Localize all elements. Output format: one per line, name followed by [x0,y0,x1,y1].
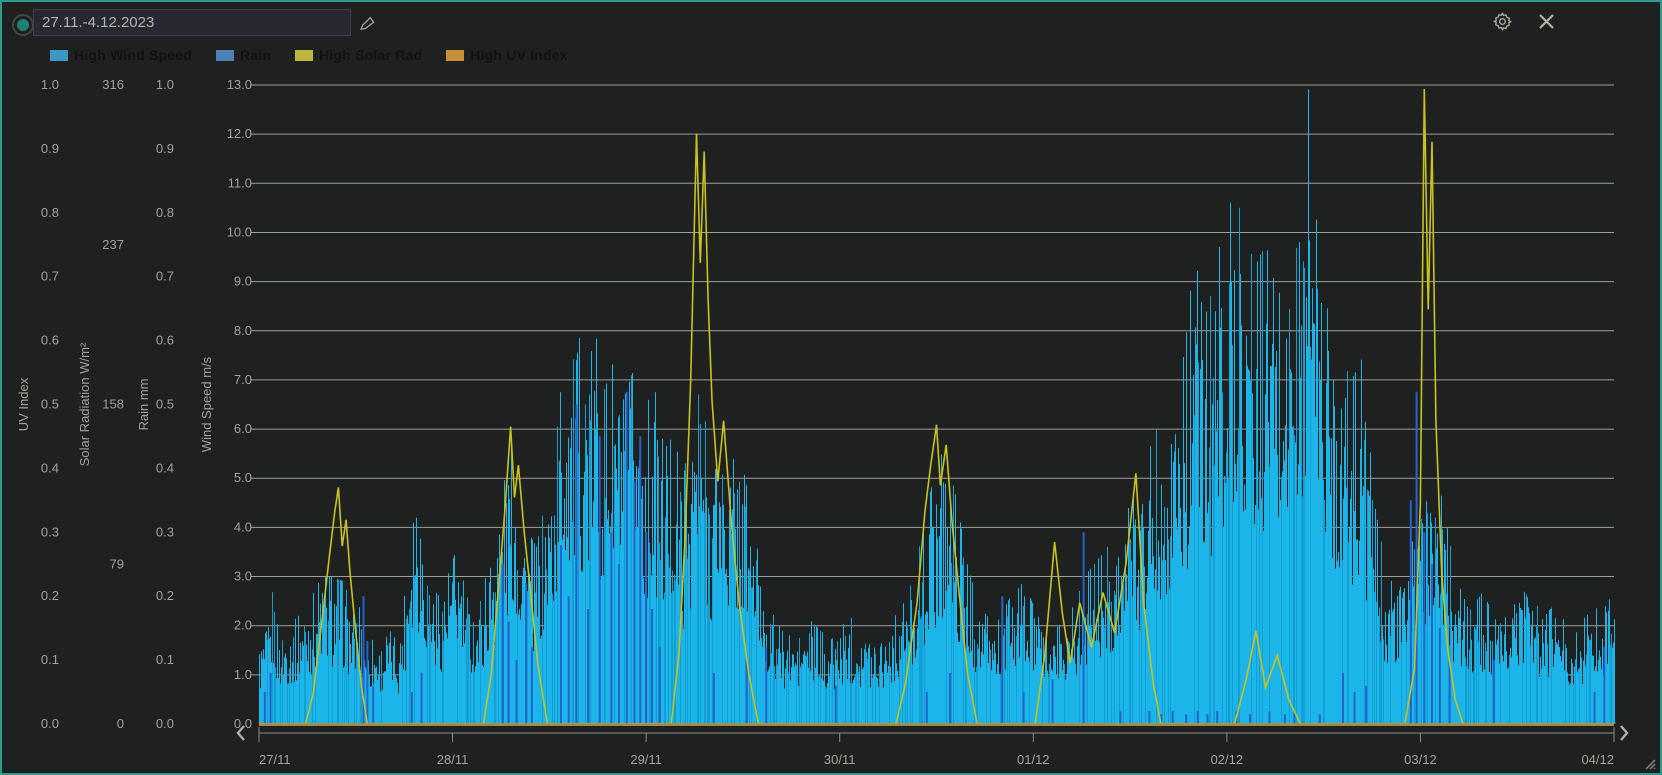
date-range-input[interactable] [33,9,351,36]
legend-label: High UV Index [470,47,568,63]
svg-text:0.3: 0.3 [41,524,59,539]
scroll-right-chevron-icon[interactable] [1617,724,1631,742]
svg-text:6.0: 6.0 [234,421,252,436]
svg-text:0.0: 0.0 [156,716,174,731]
legend-swatch-icon [50,50,68,61]
svg-text:0.0: 0.0 [41,716,59,731]
scroll-left-chevron-icon[interactable] [234,724,248,742]
settings-gear-icon[interactable] [1492,11,1513,32]
svg-text:0.6: 0.6 [41,333,59,348]
svg-text:11.0: 11.0 [228,175,252,190]
svg-text:5.0: 5.0 [234,470,252,485]
svg-text:Rain mm: Rain mm [136,378,151,430]
x-axis-date-label: 27/11 [259,752,291,767]
legend-item-high-uv-index[interactable]: High UV Index [446,47,568,63]
svg-text:158: 158 [102,397,124,412]
legend: High Wind Speed Rain High Solar Rad High UV… [50,47,568,63]
chart-gridlines [251,85,1614,675]
legend-label: High Solar Rad [319,47,422,63]
svg-text:316: 316 [102,77,124,92]
svg-text:4.0: 4.0 [234,519,252,534]
legend-swatch-icon [295,50,313,61]
svg-text:0.2: 0.2 [41,588,59,603]
top-bar [2,2,1660,46]
svg-text:UV Index: UV Index [16,377,31,431]
svg-text:0.9: 0.9 [41,141,59,156]
svg-text:0.3: 0.3 [156,524,174,539]
svg-text:0.2: 0.2 [156,588,174,603]
date-range-radio[interactable] [12,14,34,36]
rain-bars [265,392,1605,724]
svg-text:Wind Speed m/s: Wind Speed m/s [199,356,214,452]
svg-text:9.0: 9.0 [234,274,252,289]
x-axis-date-label: 02/12 [1211,752,1244,767]
svg-text:1.0: 1.0 [156,77,174,92]
svg-text:1.0: 1.0 [234,667,252,682]
x-axis-date-label: 04/12 [1581,752,1614,767]
svg-text:1.0: 1.0 [41,77,59,92]
svg-text:0.1: 0.1 [156,652,174,667]
svg-text:0.8: 0.8 [156,205,174,220]
svg-text:0.8: 0.8 [41,205,59,220]
svg-text:0.6: 0.6 [156,333,174,348]
svg-text:0.5: 0.5 [156,397,174,412]
svg-text:0.1: 0.1 [41,652,59,667]
close-x-icon[interactable] [1538,13,1555,30]
svg-text:0.9: 0.9 [156,141,174,156]
edit-pencil-icon[interactable] [359,14,377,34]
x-axis-navigator: 27/11 28/11 29/11 30/11 01/12 02/12 03/12 04/12 [259,727,1614,767]
svg-text:Solar Radiation W/m²: Solar Radiation W/m² [77,342,92,466]
svg-text:12.0: 12.0 [227,126,252,141]
legend-label: Rain [240,47,271,63]
svg-text:0.4: 0.4 [156,460,174,475]
legend-item-high-wind-speed[interactable]: High Wind Speed [50,47,192,63]
weather-chart[interactable]: 0.0 0.1 0.2 0.3 0.4 0.5 0.6 0.7 0.8 0.9 1.0 UV Inde… [2,2,1662,775]
svg-text:0.7: 0.7 [41,269,59,284]
svg-text:79: 79 [110,556,124,571]
x-axis-date-label: 01/12 [1017,752,1050,767]
svg-text:13.0: 13.0 [227,77,252,92]
svg-text:2.0: 2.0 [234,618,252,633]
x-axis-date-label: 03/12 [1404,752,1437,767]
weather-widget-panel: High Wind Speed Rain High Solar Rad High UV… [0,0,1662,775]
legend-item-high-solar-rad[interactable]: High Solar Rad [295,47,422,63]
legend-item-rain[interactable]: Rain [216,47,271,63]
solar-rad-line [259,89,1614,724]
svg-text:0.4: 0.4 [41,460,59,475]
svg-text:8.0: 8.0 [234,323,252,338]
svg-text:0.5: 0.5 [41,397,59,412]
x-axis-date-label: 30/11 [824,752,856,767]
y-axis-labels: 0.0 0.1 0.2 0.3 0.4 0.5 0.6 0.7 0.8 0.9 1.0 UV Inde… [16,77,252,731]
svg-text:3.0: 3.0 [234,569,252,584]
resize-grip-icon[interactable] [1642,756,1656,770]
wind-speed-bars [260,89,1615,724]
legend-label: High Wind Speed [74,47,192,63]
svg-text:7.0: 7.0 [234,372,252,387]
legend-swatch-icon [446,50,464,61]
x-axis-date-label: 28/11 [437,752,469,767]
svg-text:0.7: 0.7 [156,269,174,284]
x-axis-date-label: 29/11 [630,752,662,767]
svg-text:237: 237 [102,237,124,252]
svg-text:0: 0 [117,716,124,731]
radio-dot-icon [17,19,29,31]
legend-swatch-icon [216,50,234,61]
svg-text:10.0: 10.0 [227,224,252,239]
